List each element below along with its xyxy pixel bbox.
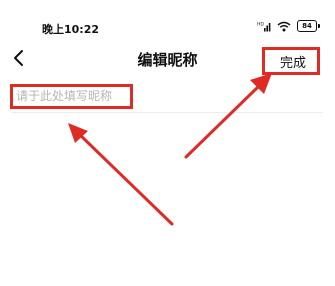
done-button[interactable]: 完成 (280, 52, 306, 71)
svg-text:HD: HD (257, 21, 264, 27)
nickname-input[interactable] (14, 86, 298, 106)
status-bar: 晚上10:22 HD 84 (0, 0, 335, 36)
battery-level: 84 (302, 22, 312, 30)
status-time: 晚上10:22 (42, 23, 100, 36)
arrow-to-input-icon (68, 123, 174, 226)
input-underline (12, 112, 323, 113)
hd-signal-icon: HD (257, 21, 271, 31)
wifi-icon (277, 21, 291, 31)
battery-icon: 84 (297, 20, 320, 32)
annotation-arrows (68, 73, 272, 226)
status-icons: HD 84 (257, 19, 320, 33)
back-chevron-icon[interactable] (12, 48, 26, 68)
